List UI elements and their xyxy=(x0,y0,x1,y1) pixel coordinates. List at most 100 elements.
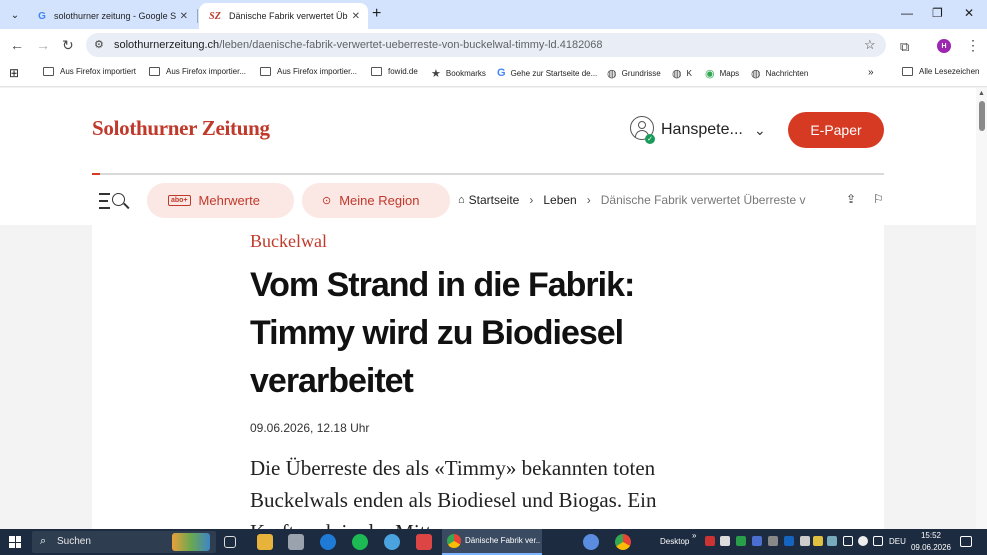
tray-icon[interactable] xyxy=(705,536,715,546)
bookmark-bookmarks[interactable]: ★ Bookmarks xyxy=(431,67,486,80)
google-icon: G xyxy=(38,10,46,22)
tray-icon[interactable] xyxy=(800,536,810,546)
more-menu-icon[interactable]: ⋮ xyxy=(966,37,980,54)
app-icon[interactable] xyxy=(583,534,599,550)
bookmark-label: Maps xyxy=(719,69,740,78)
tray-icon[interactable] xyxy=(858,536,868,546)
bookmark-label: Nachrichten xyxy=(765,69,809,78)
clock-time[interactable]: 15:52 xyxy=(913,531,949,540)
header-divider-accent xyxy=(92,173,100,175)
bookmark-label: Alle Lesezeichen xyxy=(919,67,980,76)
folder-icon xyxy=(902,67,913,76)
tab-google-search[interactable]: G solothurner zeitung - Google Suche ✕ xyxy=(28,3,196,29)
input-language[interactable]: DEU xyxy=(889,537,906,546)
bookmark-folder-3[interactable]: Aus Firefox importier... xyxy=(260,67,357,76)
clock-date[interactable]: 09.06.2026 xyxy=(909,543,953,552)
bookmark-grundrisse[interactable]: ◍ Grundrisse xyxy=(607,67,661,80)
bookmark-maps[interactable]: ◉ Maps xyxy=(705,67,739,80)
tray-icon[interactable] xyxy=(827,536,837,546)
bookmark-folder-2[interactable]: Aus Firefox importier... xyxy=(149,67,246,76)
forward-arrow-icon[interactable]: → xyxy=(36,37,50,53)
windows-start-icon[interactable] xyxy=(9,536,21,548)
bookmark-label: fowid.de xyxy=(388,67,418,76)
bookmark-icon[interactable]: ⚐ xyxy=(873,192,884,206)
tab-article[interactable]: SZ Dänische Fabrik verwertet Überreste ✕ xyxy=(199,3,368,29)
notification-icon[interactable] xyxy=(960,536,972,547)
chrome-icon xyxy=(447,534,461,548)
meine-region-button[interactable]: ⊙ Meine Region xyxy=(302,183,450,218)
restore-icon[interactable]: ❐ xyxy=(932,6,943,20)
bookmarks-overflow-icon[interactable]: » xyxy=(868,67,874,78)
globe-icon: ◍ xyxy=(751,68,761,80)
minimize-icon[interactable]: — xyxy=(901,6,913,20)
map-pin-icon: ◉ xyxy=(705,68,715,80)
volume-icon[interactable] xyxy=(873,536,883,546)
bookmark-k[interactable]: ◍ K xyxy=(672,67,692,80)
folder-icon xyxy=(149,67,160,76)
taskbar-search[interactable]: ⌕ Suchen xyxy=(32,531,216,553)
chrome-icon[interactable] xyxy=(615,534,631,550)
network-icon[interactable] xyxy=(843,536,853,546)
app-icon[interactable] xyxy=(288,534,304,550)
chevron-right-icon: › xyxy=(529,193,534,207)
address-bar[interactable]: ⚙ solothurnerzeitung.ch/leben/daenische-… xyxy=(86,33,886,57)
scroll-up-icon[interactable]: ▲ xyxy=(978,90,985,97)
bookmark-nachrichten[interactable]: ◍ Nachrichten xyxy=(751,67,808,80)
mehrwerte-button[interactable]: abo+ Mehrwerte xyxy=(147,183,294,218)
chevron-down-icon[interactable]: ⌄ xyxy=(754,122,766,139)
back-arrow-icon[interactable]: ← xyxy=(10,37,24,53)
check-icon: ✓ xyxy=(645,134,655,144)
taskbar-active-chrome[interactable]: Dänische Fabrik ver... xyxy=(442,529,542,555)
apps-grid-icon[interactable]: ⊞ xyxy=(9,66,19,80)
close-icon[interactable]: ✕ xyxy=(352,11,360,22)
tray-icon[interactable] xyxy=(720,536,730,546)
tray-icon[interactable] xyxy=(736,536,746,546)
desktop-toolbar-label[interactable]: Desktop xyxy=(660,537,689,546)
tray-icon[interactable] xyxy=(813,536,823,546)
tab-strip: ⌄ G solothurner zeitung - Google Suche ✕… xyxy=(0,0,987,29)
tray-icon[interactable] xyxy=(752,536,762,546)
article: Buckelwal Vom Strand in die Fabrik: Timm… xyxy=(92,225,884,529)
toolbar-expand-icon[interactable]: » xyxy=(692,531,696,540)
bookmark-folder-1[interactable]: Aus Firefox importiert xyxy=(43,67,136,76)
site-logo[interactable]: Solothurner Zeitung xyxy=(92,116,270,141)
all-bookmarks[interactable]: Alle Lesezeichen xyxy=(902,67,979,76)
reload-icon[interactable]: ↻ xyxy=(62,37,74,53)
breadcrumb-section[interactable]: Leben xyxy=(543,193,576,207)
url-text[interactable]: solothurnerzeitung.ch/leben/daenische-fa… xyxy=(114,39,603,51)
tab-search-button[interactable]: ⌄ xyxy=(5,5,25,25)
search-highlight-image xyxy=(172,533,210,551)
site-info-icon[interactable]: ⚙ xyxy=(94,38,104,51)
sz-favicon-icon: SZ xyxy=(209,10,221,22)
tray-icon[interactable] xyxy=(768,536,778,546)
app-icon[interactable] xyxy=(320,534,336,550)
folder-icon xyxy=(371,67,382,76)
page-scrollbar[interactable]: ▲ xyxy=(976,88,987,529)
google-icon: G xyxy=(497,67,506,79)
share-icon[interactable]: ⇪ xyxy=(846,192,856,206)
spotify-icon[interactable] xyxy=(352,534,368,550)
pill-label: Mehrwerte xyxy=(198,193,260,208)
breadcrumb-home[interactable]: Startseite xyxy=(469,193,520,207)
file-explorer-icon[interactable] xyxy=(257,534,273,550)
bookmark-google-start[interactable]: G Gehe zur Startseite de... xyxy=(497,67,597,79)
app-icon[interactable] xyxy=(384,534,400,550)
bookmark-folder-fowid[interactable]: fowid.de xyxy=(371,67,418,76)
menu-search-icon[interactable] xyxy=(99,191,131,211)
user-name[interactable]: Hanspete... xyxy=(661,121,743,139)
taskbar-search-label: Suchen xyxy=(57,536,91,547)
epaper-button[interactable]: E-Paper xyxy=(788,112,884,148)
new-tab-button[interactable]: + xyxy=(372,6,381,22)
profile-avatar[interactable]: H xyxy=(937,39,951,53)
tray-icon[interactable] xyxy=(784,536,794,546)
home-icon: ⌂ xyxy=(458,194,465,206)
bookmark-label: Gehe zur Startseite de... xyxy=(510,68,598,78)
bookmark-star-icon[interactable]: ☆ xyxy=(864,38,876,51)
scroll-thumb[interactable] xyxy=(979,101,985,131)
task-view-icon[interactable] xyxy=(224,536,236,548)
close-icon[interactable]: ✕ xyxy=(180,11,188,22)
app-icon[interactable] xyxy=(416,534,432,550)
extensions-icon[interactable]: ⧉ xyxy=(900,39,909,55)
star-icon: ★ xyxy=(431,68,441,80)
window-close-icon[interactable]: ✕ xyxy=(964,6,974,20)
